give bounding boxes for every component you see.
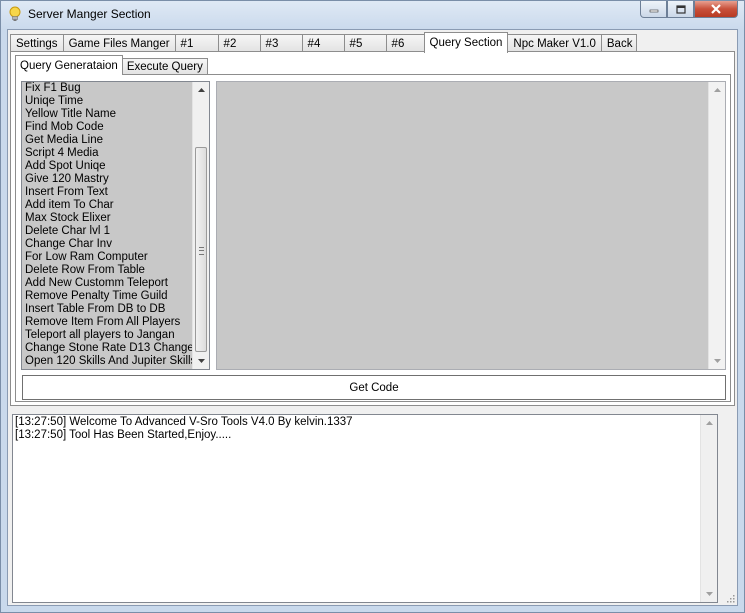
query-list-item[interactable]: Change Char Inv xyxy=(22,238,193,251)
app-window: Server Manger Section Settings Game File… xyxy=(0,0,745,613)
triangle-down-icon xyxy=(713,359,721,363)
tab-1[interactable]: #1 xyxy=(174,34,219,52)
query-list-item[interactable]: Uniqe Time xyxy=(22,95,193,108)
query-list-item[interactable]: Add New Customm Teleport xyxy=(22,277,193,290)
query-list-scrollbar[interactable] xyxy=(192,82,209,369)
query-list-items: Fix F1 Bug Uniqe Time Yellow Title Name Fin… xyxy=(22,82,193,368)
main-tabstrip: Settings Game Files Manger #1 #2 #3 #4 #… xyxy=(10,32,637,53)
query-list-item[interactable]: Yellow Title Name xyxy=(22,108,193,121)
query-list-item[interactable]: Open 120 Skills And Jupiter Skills In xyxy=(22,355,193,368)
query-list-item[interactable]: Remove Item From All Players xyxy=(22,316,193,329)
log-line: [13:27:50] Welcome To Advanced V-Sro Too… xyxy=(15,416,353,428)
tab-2[interactable]: #2 xyxy=(217,34,261,52)
scroll-up-arrow[interactable] xyxy=(709,82,725,98)
resize-grip-icon[interactable] xyxy=(725,593,735,603)
tab-3[interactable]: #3 xyxy=(259,34,303,52)
query-list-item[interactable]: Add Spot Uniqe xyxy=(22,160,193,173)
tab-query-section[interactable]: Query Section xyxy=(423,32,509,53)
sub-tabstrip: Query Generataion Execute Query xyxy=(15,55,208,75)
triangle-up-icon xyxy=(197,88,205,92)
scroll-up-arrow[interactable] xyxy=(193,82,209,98)
scroll-down-arrow[interactable] xyxy=(701,586,717,602)
tab-4[interactable]: #4 xyxy=(301,34,345,52)
close-button[interactable] xyxy=(694,1,738,18)
tab-6[interactable]: #6 xyxy=(385,34,425,52)
query-list-item[interactable]: Add item To Char xyxy=(22,199,193,212)
scroll-down-arrow[interactable] xyxy=(193,353,209,369)
query-list-item[interactable]: Change Stone Rate D13 Change F xyxy=(22,342,193,355)
window-controls xyxy=(640,1,738,19)
log-scrollbar[interactable] xyxy=(700,415,717,602)
lightbulb-icon xyxy=(9,6,21,21)
query-list-item[interactable]: Find Mob Code xyxy=(22,121,193,134)
tab-settings[interactable]: Settings xyxy=(10,34,64,52)
tab-npc-maker[interactable]: Npc Maker V1.0 xyxy=(507,34,602,52)
subtab-execute-query[interactable]: Execute Query xyxy=(121,58,208,75)
log-lines: [13:27:50] Welcome To Advanced V-Sro Too… xyxy=(15,416,353,442)
query-list-item[interactable]: Script 4 Media xyxy=(22,147,193,160)
log-line: [13:27:50] Tool Has Been Started,Enjoy..… xyxy=(15,429,232,441)
tab-5[interactable]: #5 xyxy=(343,34,387,52)
query-list-item[interactable]: Insert Table From DB to DB xyxy=(22,303,193,316)
query-generation-panel: Fix F1 Bug Uniqe Time Yellow Title Name Fin… xyxy=(15,74,731,402)
maximize-icon xyxy=(675,4,686,14)
tab-game-files-manger[interactable]: Game Files Manger xyxy=(62,34,176,52)
query-list-item[interactable]: Fix F1 Bug xyxy=(22,82,193,95)
minimize-button[interactable] xyxy=(640,1,667,18)
triangle-up-icon xyxy=(713,88,721,92)
query-list-item[interactable]: Delete Char lvl 1 xyxy=(22,225,193,238)
query-list-item[interactable]: Teleport all players to Jangan xyxy=(22,329,193,342)
query-list-scroll-thumb[interactable] xyxy=(195,147,207,352)
generated-code-textbox[interactable] xyxy=(216,81,726,370)
code-scrollbar[interactable] xyxy=(708,82,725,369)
query-list-item[interactable]: Remove Penalty Time Guild xyxy=(22,290,193,303)
subtab-query-generataion[interactable]: Query Generataion xyxy=(15,55,123,75)
close-icon xyxy=(711,4,721,14)
window-title: Server Manger Section xyxy=(28,7,151,21)
triangle-up-icon xyxy=(705,421,713,425)
query-list-item[interactable]: Delete Row From Table xyxy=(22,264,193,277)
client-area: Settings Game Files Manger #1 #2 #3 #4 #… xyxy=(7,29,738,606)
query-list-item[interactable]: Get Media Line xyxy=(22,134,193,147)
query-section-panel: Query Generataion Execute Query Fix F1 B… xyxy=(10,51,735,406)
query-list-item[interactable]: Give 120 Mastry xyxy=(22,173,193,186)
query-list-item[interactable]: For Low Ram Computer xyxy=(22,251,193,264)
title-bar[interactable]: Server Manger Section xyxy=(1,1,744,27)
minimize-icon xyxy=(649,9,658,13)
triangle-down-icon xyxy=(705,592,713,596)
log-textbox[interactable]: [13:27:50] Welcome To Advanced V-Sro Too… xyxy=(12,414,718,603)
scroll-up-arrow[interactable] xyxy=(701,415,717,431)
grip-icon xyxy=(199,246,204,255)
get-code-button[interactable]: Get Code xyxy=(22,375,726,400)
query-list-item[interactable]: Max Stock Elixer xyxy=(22,212,193,225)
maximize-button[interactable] xyxy=(667,1,694,18)
tab-back[interactable]: Back xyxy=(600,34,637,52)
scroll-down-arrow[interactable] xyxy=(709,353,725,369)
query-list-item[interactable]: Insert From Text xyxy=(22,186,193,199)
query-listbox[interactable]: Fix F1 Bug Uniqe Time Yellow Title Name Fin… xyxy=(21,81,210,370)
triangle-down-icon xyxy=(197,359,205,363)
